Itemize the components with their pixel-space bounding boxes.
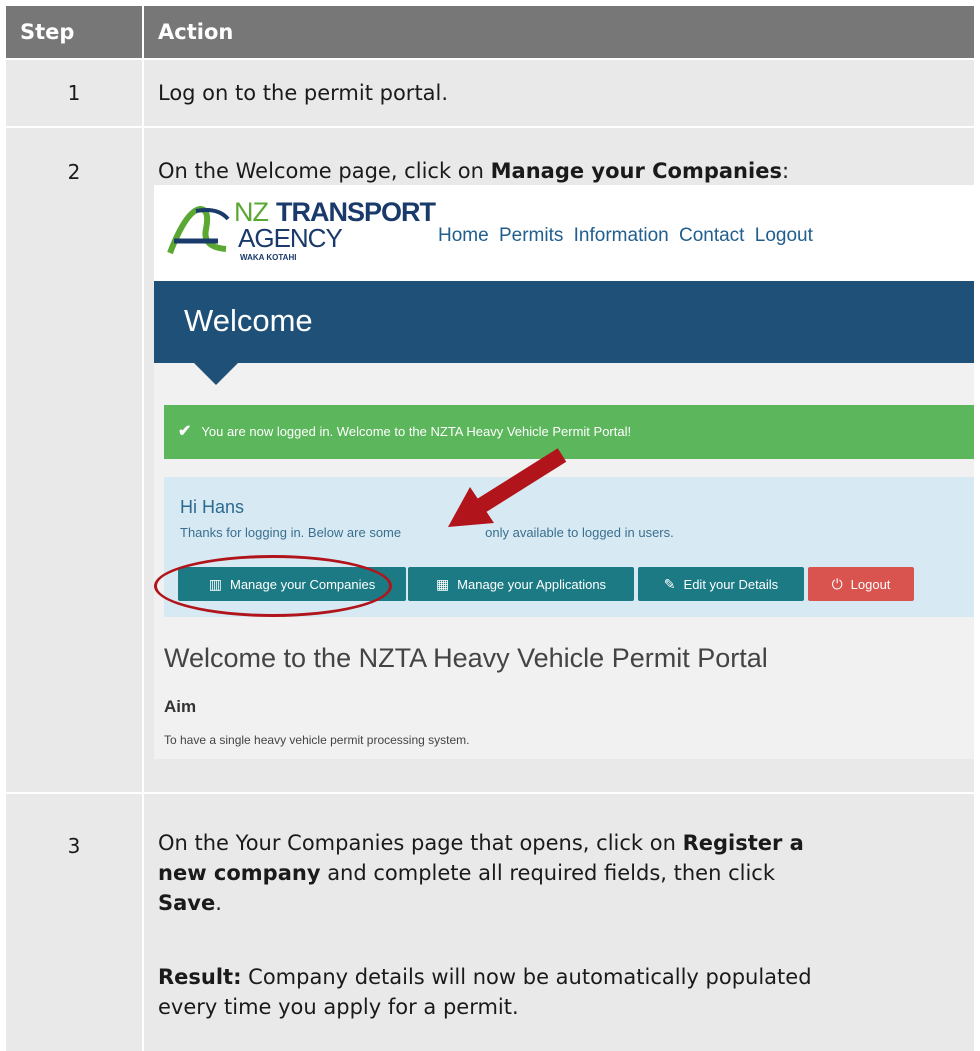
thanks-text: Thanks for logging in. Below are some onl… — [180, 525, 674, 540]
step-number: 1 — [6, 60, 142, 126]
highlight-circle — [154, 555, 392, 617]
aim-text: To have a single heavy vehicle permit pr… — [164, 733, 470, 747]
portal-screenshot: NZ TRANSPORT AGENCY WAKA KOTAHI Home Per… — [154, 185, 974, 759]
header-step: Step — [6, 6, 142, 58]
header-action: Action — [144, 6, 974, 58]
edit-details-button[interactable]: ✎ Edit your Details — [638, 567, 804, 601]
welcome-banner: Welcome — [154, 281, 974, 363]
nzta-logo: NZ TRANSPORT AGENCY WAKA KOTAHI — [166, 197, 436, 263]
step-text: On the Your Companies page that opens, c… — [144, 794, 974, 1051]
nav-home[interactable]: Home — [438, 225, 489, 246]
step-number: 3 — [6, 794, 142, 1051]
step-number: 2 — [6, 128, 142, 792]
logout-button[interactable]: ⏻ Logout — [808, 567, 914, 601]
nav-information[interactable]: Information — [574, 225, 669, 246]
list-icon: ▦ — [435, 576, 450, 592]
nav-logout[interactable]: Logout — [755, 225, 813, 246]
step-text: Log on to the permit portal. — [144, 60, 974, 126]
logo-agency: AGENCY — [238, 223, 343, 253]
manage-applications-button[interactable]: ▦ Manage your Applications — [408, 567, 634, 601]
nav-contact[interactable]: Contact — [679, 225, 744, 246]
greeting: Hi Hans — [180, 497, 245, 517]
nav-permits[interactable]: Permits — [499, 225, 563, 246]
pointer-arrow-icon — [448, 448, 567, 527]
portal-heading: Welcome to the NZTA Heavy Vehicle Permit… — [164, 643, 768, 673]
aim-title: Aim — [164, 697, 197, 716]
banner-title: Welcome — [184, 303, 313, 338]
logo-waka-kotahi: WAKA KOTAHI — [240, 253, 297, 262]
logo-swoosh-icon — [167, 205, 230, 255]
edit-icon: ✎ — [663, 576, 676, 592]
banner-pointer — [194, 363, 238, 385]
result-label: Result: — [158, 965, 242, 989]
check-icon: ✔ — [178, 423, 192, 440]
portal-nav: Home Permits Information Contact Logout — [438, 225, 818, 247]
power-icon: ⏻ — [831, 576, 843, 592]
portal-header: NZ TRANSPORT AGENCY WAKA KOTAHI Home Per… — [154, 185, 974, 281]
